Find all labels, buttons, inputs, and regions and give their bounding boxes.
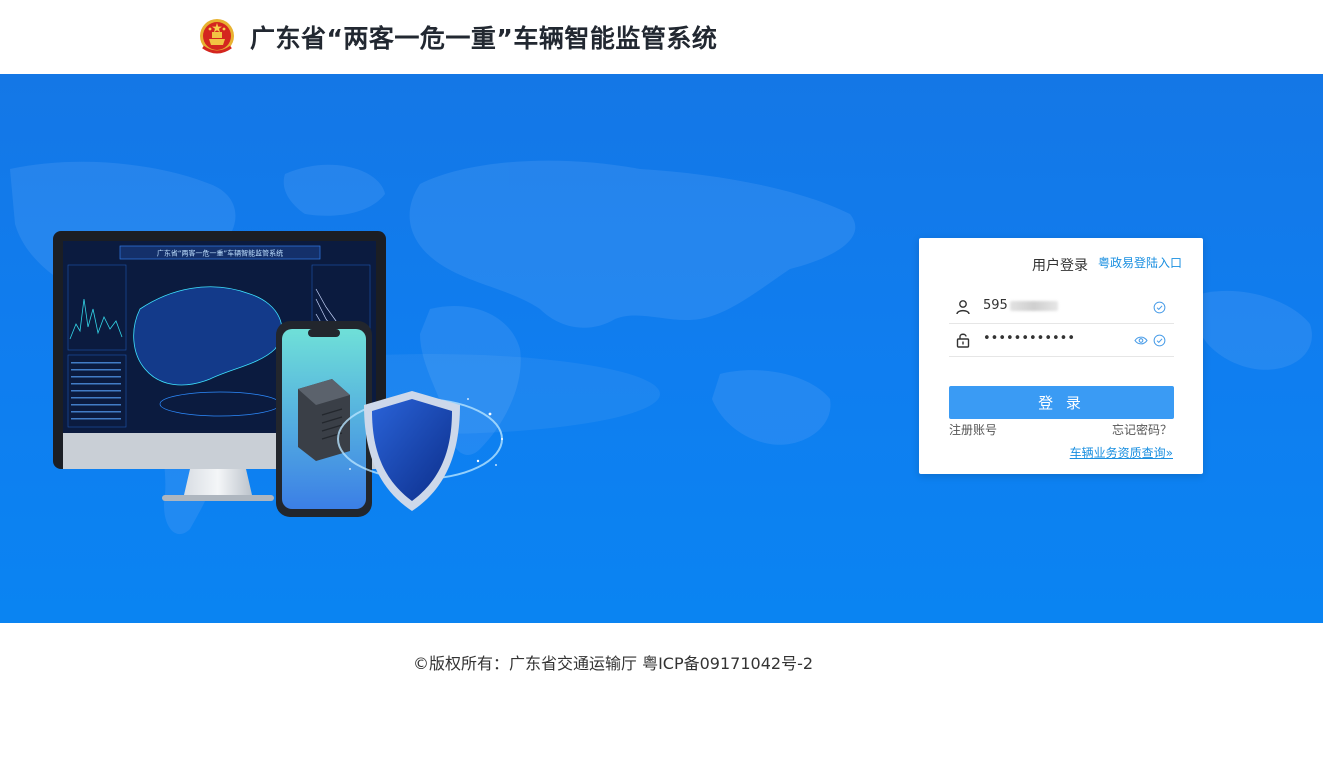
login-title: 用户登录 <box>1032 258 1088 274</box>
login-button[interactable]: 登 录 <box>949 386 1174 419</box>
password-input[interactable]: •••••••••••• <box>983 331 1075 346</box>
lock-icon <box>956 333 970 348</box>
gov-login-link[interactable]: 粤政易登陆入口 <box>1098 254 1182 271</box>
qualification-query-link[interactable]: 车辆业务资质查询» <box>1070 444 1173 461</box>
username-value: 595 <box>983 298 1008 313</box>
username-input[interactable]: 595 <box>983 298 1058 313</box>
password-field[interactable]: •••••••••••• <box>949 324 1174 357</box>
site-header: 广东省“两客一危一重”车辆智能监管系统 <box>0 0 1323 74</box>
user-icon <box>956 300 970 315</box>
username-redacted <box>1009 300 1058 311</box>
forgot-password-link[interactable]: 忘记密码？ <box>1112 421 1172 438</box>
register-link[interactable]: 注册账号 <box>949 421 997 438</box>
check-circle-icon <box>1153 334 1166 347</box>
login-card: 用户登录 粤政易登陆入口 595 •••••••••••• 登 录 注册账号 忘… <box>919 238 1203 474</box>
hero-banner: 广东省“两客一危一重”车辆智能监管系统 用户登录 粤政易登陆入口 595 •••… <box>0 74 1323 623</box>
check-circle-icon <box>1153 301 1166 314</box>
site-title: 广东省“两客一危一重”车辆智能监管系统 <box>250 24 718 53</box>
username-field[interactable]: 595 <box>949 291 1174 324</box>
monitor-title: 广东省“两客一危一重”车辆智能监管系统 <box>157 249 283 258</box>
eye-icon[interactable] <box>1134 334 1148 347</box>
site-footer: ©版权所有：广东省交通运输厅 粤ICP备09171042号-2 <box>0 623 1323 759</box>
national-emblem-icon <box>200 19 234 54</box>
copyright-text: ©版权所有：广东省交通运输厅 粤ICP备09171042号-2 <box>413 654 814 673</box>
dashboard-illustration: 广东省“两客一危一重”车辆智能监管系统 <box>53 231 503 517</box>
